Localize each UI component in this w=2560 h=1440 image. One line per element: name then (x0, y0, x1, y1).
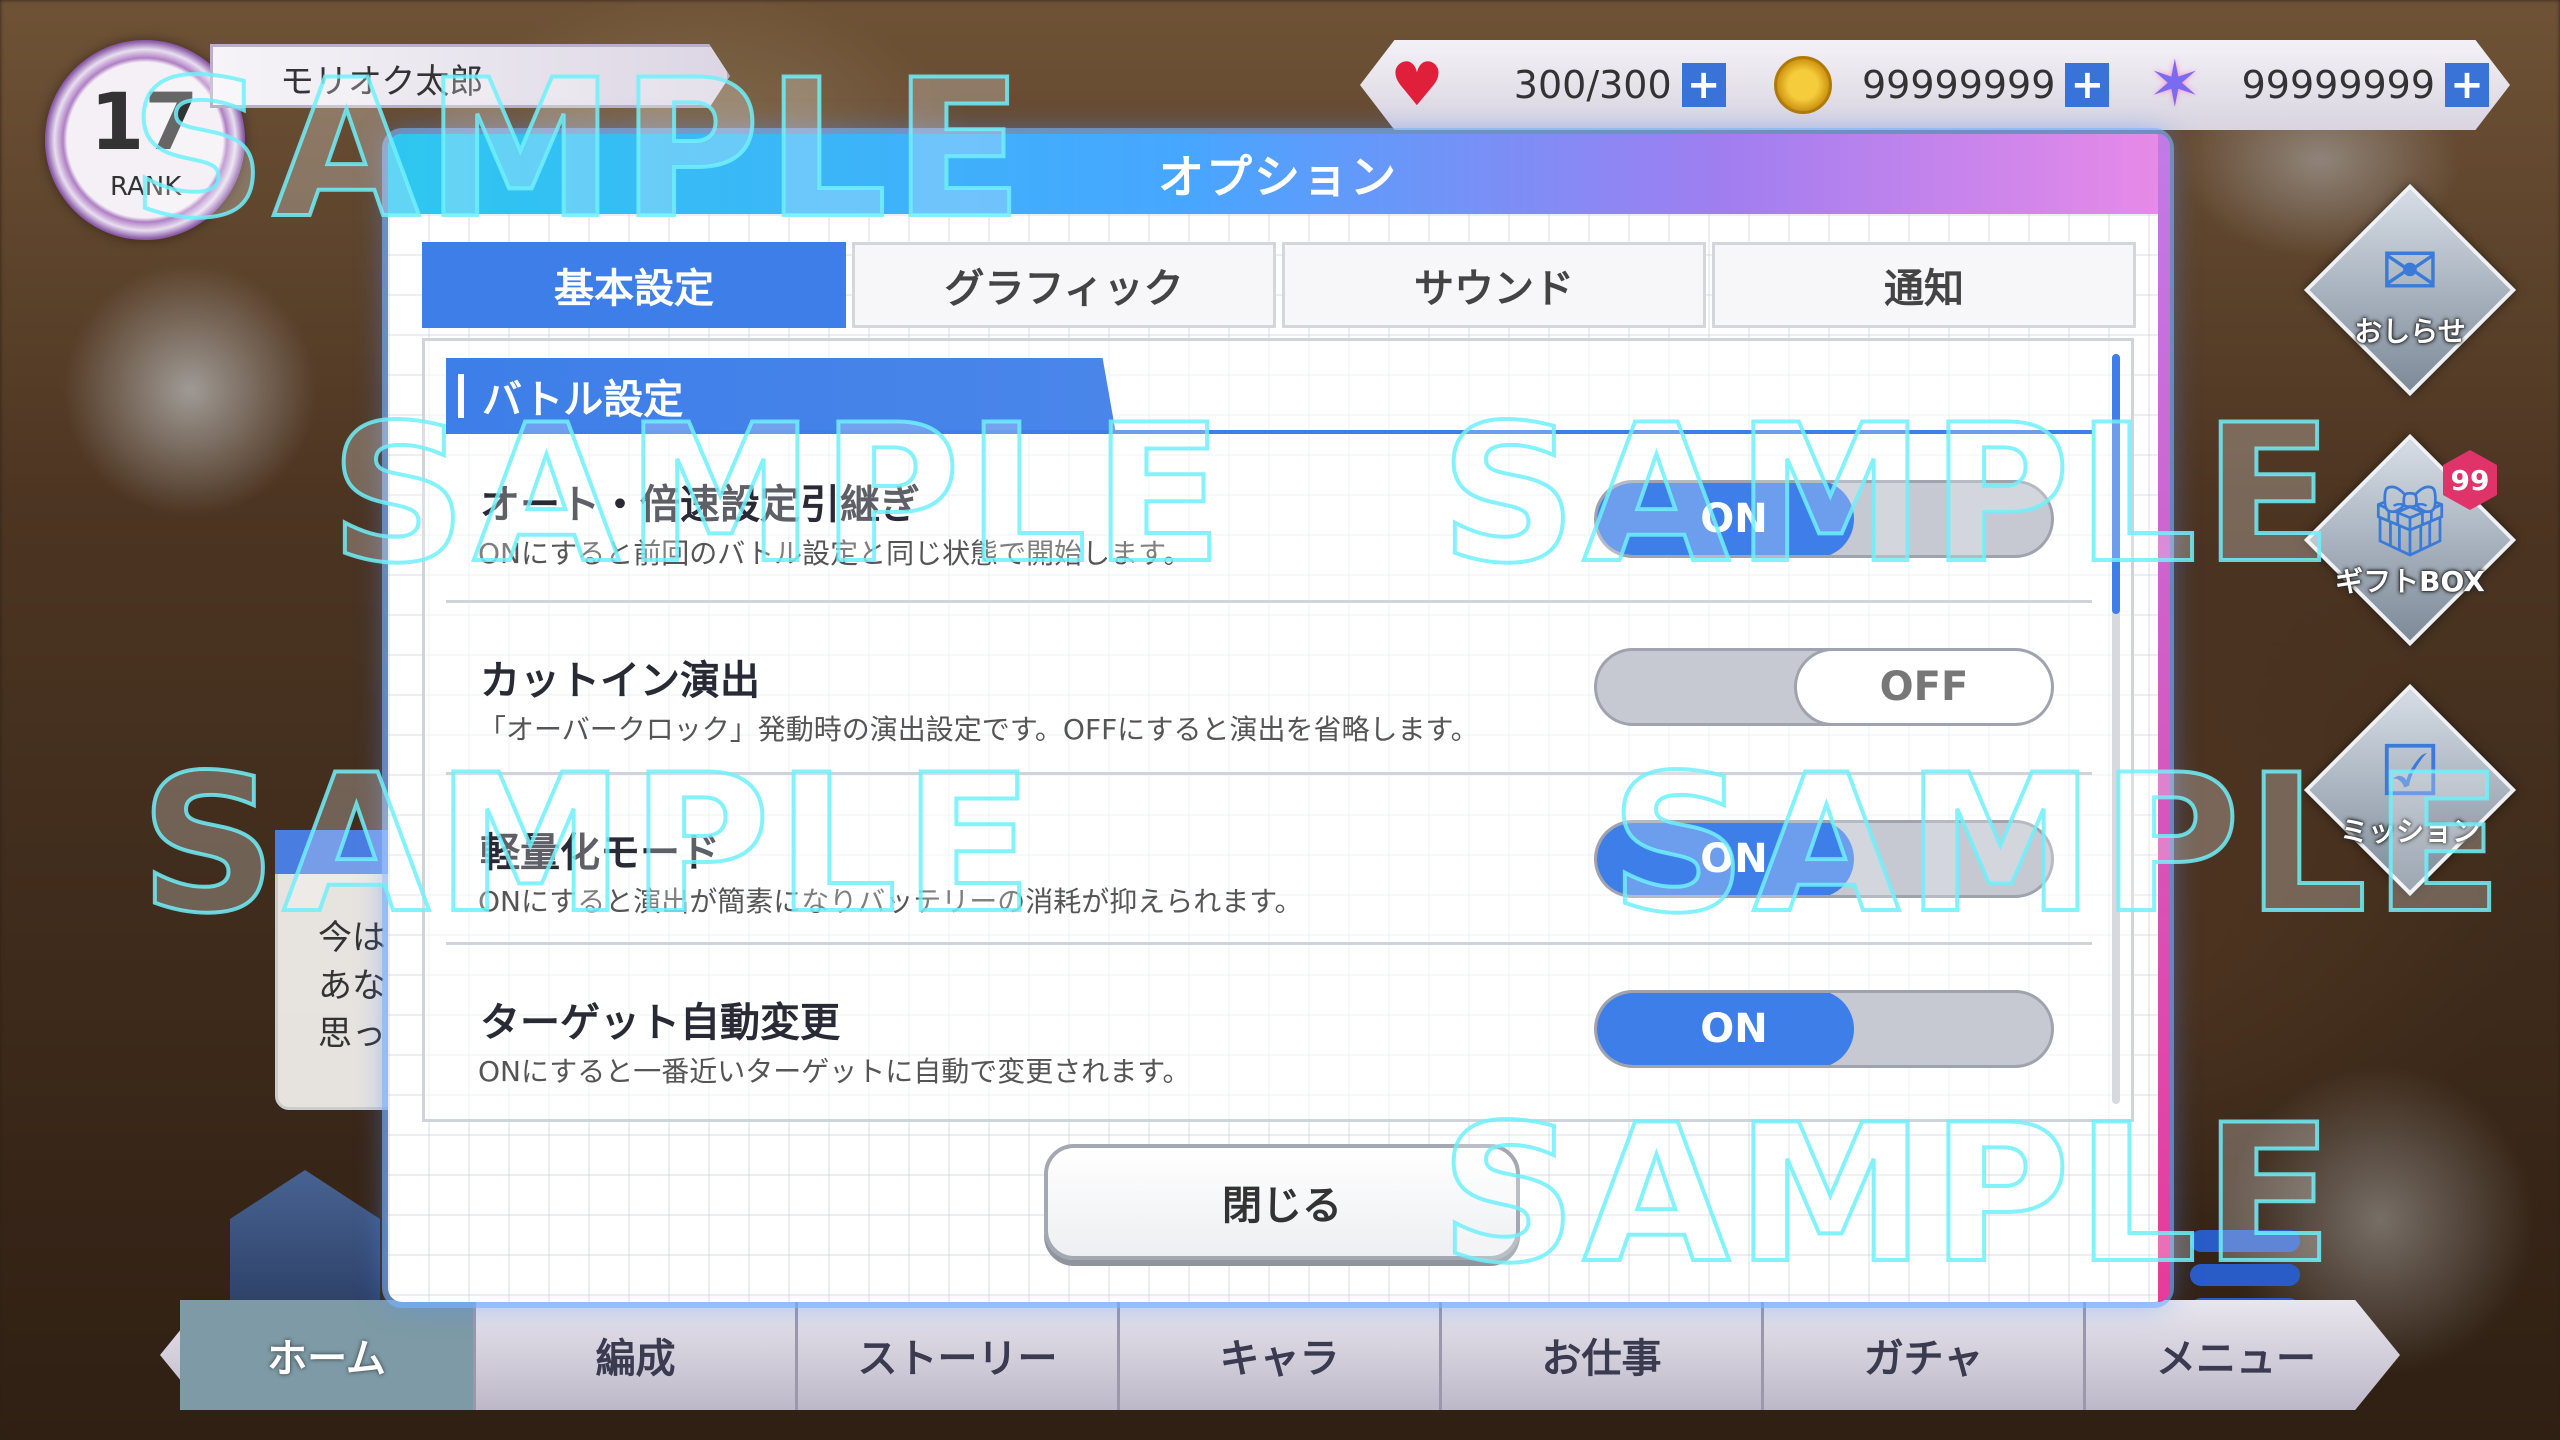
stamina-value: 300/300 (1513, 63, 1672, 107)
nav-jobs[interactable]: お仕事 (1442, 1300, 1764, 1410)
section-battle-settings: バトル設定 (446, 358, 1116, 434)
toggle-on-knob: ON (1597, 823, 1854, 895)
add-gems-button[interactable]: + (2445, 63, 2490, 107)
gift-label: ギフトBOX (2335, 565, 2485, 598)
gem-display: ✶ 99999999 + (2148, 48, 2490, 122)
rank-label: RANK (110, 172, 182, 202)
setting-title: 軽量化モード (480, 830, 720, 876)
auto-speed-carryover-toggle[interactable]: ON (1594, 480, 2054, 558)
auto-target-change-toggle[interactable]: ON (1594, 990, 2054, 1068)
gem-value: 99999999 (2241, 63, 2436, 107)
options-dialog: オプション 基本設定 グラフィック サウンド 通知 バトル設定 オート・倍速設定… (388, 134, 2168, 1302)
coin-display: 99999999 + (1774, 50, 2110, 120)
row-divider (446, 942, 2092, 945)
tab-notifications[interactable]: 通知 (1712, 242, 2136, 328)
toggle-on-knob: ON (1597, 993, 1854, 1065)
gift-box-button[interactable]: 🎁︎ ギフトBOX 99 (2300, 430, 2520, 650)
nav-formation[interactable]: 編成 (476, 1300, 798, 1410)
left-panel-line: 思っ (318, 1014, 386, 1054)
clipboard-icon: ☑ (2378, 730, 2442, 812)
setting-description: 「オーバークロック」発動時の演出設定です。OFFにすると演出を省略します。 (478, 713, 1479, 746)
setting-description: ONにすると演出が簡素になりバッテリーの消耗が抑えられます。 (478, 885, 1303, 918)
envelope-icon: ✉ (2380, 230, 2440, 312)
tab-graphics[interactable]: グラフィック (852, 242, 1276, 328)
heart-icon: ♥ (1390, 50, 1444, 120)
mission-button[interactable]: ☑ ミッション (2300, 680, 2520, 900)
nav-menu[interactable]: メニュー (2086, 1300, 2386, 1410)
setting-title: カットイン演出 (480, 658, 760, 704)
setting-description: ONにすると前回のバトル設定と同じ状態で開始します。 (478, 537, 1192, 570)
section-underline (446, 430, 2092, 434)
left-panel-line: 今は (318, 918, 386, 958)
add-coins-button[interactable]: + (2065, 63, 2110, 107)
toggle-off-knob: OFF (1794, 651, 2051, 723)
tab-sound[interactable]: サウンド (1282, 242, 1706, 328)
coin-icon (1774, 56, 1832, 114)
coin-value: 99999999 (1862, 63, 2056, 107)
rank-number: 17 (90, 78, 199, 168)
setting-title: オート・倍速設定引継ぎ (480, 482, 920, 528)
tab-basic-settings[interactable]: 基本設定 (422, 242, 846, 328)
dialog-edge-accent (2158, 134, 2170, 1302)
nav-characters[interactable]: キャラ (1120, 1300, 1442, 1410)
add-stamina-button[interactable]: + (1681, 63, 1726, 107)
setting-description: ONにすると一番近いターゲットに自動で変更されます。 (478, 1055, 1191, 1088)
nav-story[interactable]: ストーリー (798, 1300, 1120, 1410)
toggle-on-knob: ON (1597, 483, 1854, 555)
lightweight-mode-toggle[interactable]: ON (1594, 820, 2054, 898)
news-label: おしらせ (2354, 315, 2466, 348)
star-gem-icon: ✶ (2148, 48, 2202, 122)
news-button[interactable]: ✉ おしらせ (2300, 180, 2520, 400)
dialog-title: オプション (388, 134, 2168, 214)
mission-label: ミッション (2339, 815, 2480, 848)
cut-in-effect-toggle[interactable]: OFF (1594, 648, 2054, 726)
scrollbar-thumb[interactable] (2112, 354, 2120, 614)
row-divider (446, 772, 2092, 775)
row-divider (446, 600, 2092, 603)
stamina-display: ♥ 300/300 + (1390, 50, 1726, 120)
nav-home[interactable]: ホーム (180, 1300, 476, 1410)
setting-title: ターゲット自動変更 (480, 1000, 840, 1046)
close-button[interactable]: 閉じる (1044, 1144, 1520, 1260)
nav-gacha[interactable]: ガチャ (1764, 1300, 2086, 1410)
left-panel-line: あな (318, 966, 386, 1006)
player-name: モリオク太郎 (280, 62, 484, 102)
